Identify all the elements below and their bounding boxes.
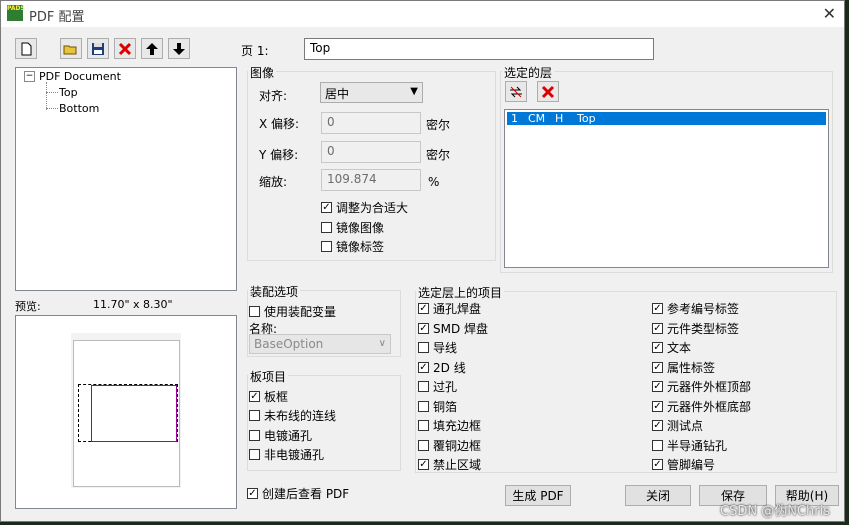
- y-offset-input[interactable]: 0: [321, 141, 421, 163]
- move-up-button[interactable]: [141, 38, 163, 59]
- scale-label: 缩放:: [259, 175, 288, 189]
- checkbox-box: [321, 221, 332, 233]
- align-select[interactable]: 居中 ▼: [320, 82, 423, 103]
- assembly-group-label: 装配选项: [248, 283, 301, 300]
- open-folder-icon: [63, 45, 77, 54]
- smd-pad-checkbox[interactable]: ✓ SMD 焊盘: [418, 320, 488, 336]
- fill-outline-checkbox[interactable]: 填充边框: [418, 417, 481, 433]
- part-type-checkbox[interactable]: ✓ 元件类型标签: [652, 320, 739, 336]
- vias-checkbox[interactable]: 过孔: [418, 378, 457, 394]
- close-button[interactable]: 关闭: [625, 485, 691, 506]
- selected-layers-list: 1 CM H Top: [504, 109, 829, 268]
- view-after-create-checkbox[interactable]: ✓ 创建后查看 PDF: [247, 485, 349, 501]
- tree-root[interactable]: PDF Document: [39, 70, 121, 83]
- move-down-icon: [173, 42, 185, 55]
- align-label: 对齐:: [259, 89, 288, 103]
- tree-item-top[interactable]: Top: [59, 86, 78, 99]
- checkbox-box: [249, 409, 260, 421]
- through-pad-checkbox[interactable]: ✓ 通孔焊盘: [418, 300, 481, 316]
- open-button[interactable]: [60, 38, 82, 59]
- y-offset-label: Y 偏移:: [259, 148, 299, 162]
- x-offset-input[interactable]: 0: [321, 112, 421, 134]
- preview-board-content: [91, 385, 177, 442]
- close-icon[interactable]: ✕: [823, 4, 836, 23]
- image-group-label: 图像: [248, 64, 277, 81]
- delete-icon: [118, 42, 132, 55]
- align-value: 居中: [325, 87, 350, 101]
- preview-size: 11.70" x 8.30": [93, 298, 173, 311]
- use-variant-checkbox[interactable]: 使用装配变量: [249, 303, 336, 319]
- save-button[interactable]: [87, 38, 109, 59]
- collapse-icon[interactable]: −: [24, 71, 35, 82]
- delete-icon: [541, 85, 555, 98]
- test-point-checkbox[interactable]: ✓ 测试点: [652, 417, 703, 433]
- scale-unit: %: [428, 175, 440, 189]
- generate-pdf-button[interactable]: 生成 PDF: [505, 485, 571, 506]
- chevron-down-icon: ▼: [410, 86, 418, 97]
- swap-layers-icon: [510, 86, 522, 97]
- chevron-down-icon: ∨: [378, 338, 386, 349]
- preview-label: 预览:: [15, 300, 41, 313]
- pour-outline-checkbox[interactable]: 覆铜边框: [418, 437, 481, 453]
- new-page-icon: [21, 42, 32, 55]
- unrouted-checkbox[interactable]: 未布线的连线: [249, 407, 336, 423]
- traces-checkbox[interactable]: 导线: [418, 339, 457, 355]
- move-up-icon: [146, 42, 158, 55]
- mirror-labels-checkbox[interactable]: 镜像标签: [321, 238, 384, 254]
- pin-number-checkbox[interactable]: ✓ 管脚编号: [652, 456, 715, 472]
- semi-via-checkbox[interactable]: 半导通钻孔: [652, 437, 727, 453]
- delete-button[interactable]: [114, 38, 136, 59]
- selected-layers-label: 选定的层: [502, 64, 555, 81]
- pads-app-icon: PADS: [7, 5, 25, 21]
- remove-layer-button[interactable]: [537, 81, 559, 102]
- layer-row[interactable]: 1 CM H Top: [507, 112, 826, 125]
- save-icon: [92, 42, 104, 55]
- page-label: 页 1:: [241, 44, 269, 58]
- checkbox-box: ✓: [249, 390, 260, 402]
- checkbox-box: [249, 429, 260, 441]
- board-outline-checkbox[interactable]: ✓ 板框: [249, 388, 288, 404]
- swap-layers-button[interactable]: [505, 81, 527, 102]
- 2d-lines-checkbox[interactable]: ✓ 2D 线: [418, 359, 466, 375]
- mirror-image-checkbox[interactable]: 镜像图像: [321, 219, 384, 235]
- watermark: CSDN @伪NChris: [720, 504, 830, 519]
- window-title: PDF 配置: [29, 10, 85, 25]
- title-bar: PADS PDF 配置 ✕: [1, 1, 844, 27]
- x-offset-unit: 密尔: [426, 118, 451, 132]
- nonplated-holes-checkbox[interactable]: 非电镀通孔: [249, 446, 324, 462]
- ref-des-checkbox[interactable]: ✓ 参考编号标签: [652, 300, 739, 316]
- page-name-input[interactable]: Top: [304, 38, 654, 60]
- attribute-checkbox[interactable]: ✓ 属性标签: [652, 359, 715, 375]
- copper-checkbox[interactable]: 铜箔: [418, 398, 457, 414]
- checkbox-box: [249, 305, 260, 317]
- checkbox-box: ✓: [321, 201, 332, 213]
- move-down-button[interactable]: [168, 38, 190, 59]
- outline-bottom-checkbox[interactable]: ✓ 元器件外框底部: [652, 398, 751, 414]
- text-checkbox[interactable]: ✓ 文本: [652, 339, 691, 355]
- checkbox-box: [321, 240, 332, 252]
- board-items-label: 板项目: [248, 368, 289, 385]
- checkbox-box: [249, 448, 260, 460]
- plated-holes-checkbox[interactable]: 电镀通孔: [249, 427, 312, 443]
- layer-items-label: 选定层上的项目: [416, 284, 505, 301]
- variant-select[interactable]: BaseOption ∨: [249, 334, 391, 354]
- keepout-checkbox[interactable]: ✓ 禁止区域: [418, 456, 481, 472]
- document-tree: − PDF Document Top Bottom: [15, 67, 237, 291]
- y-offset-unit: 密尔: [426, 148, 451, 162]
- new-page-button[interactable]: [15, 38, 37, 59]
- x-offset-label: X 偏移:: [259, 117, 300, 131]
- tree-item-bottom[interactable]: Bottom: [59, 102, 99, 115]
- pdf-config-dialog: PADS PDF 配置 ✕ 页 1: Top − PDF Document To…: [0, 0, 845, 522]
- scale-input[interactable]: 109.874: [321, 169, 421, 191]
- outline-top-checkbox[interactable]: ✓ 元器件外框顶部: [652, 378, 751, 394]
- preview-panel: [15, 315, 237, 509]
- fit-size-checkbox[interactable]: ✓ 调整为合适大: [321, 199, 408, 215]
